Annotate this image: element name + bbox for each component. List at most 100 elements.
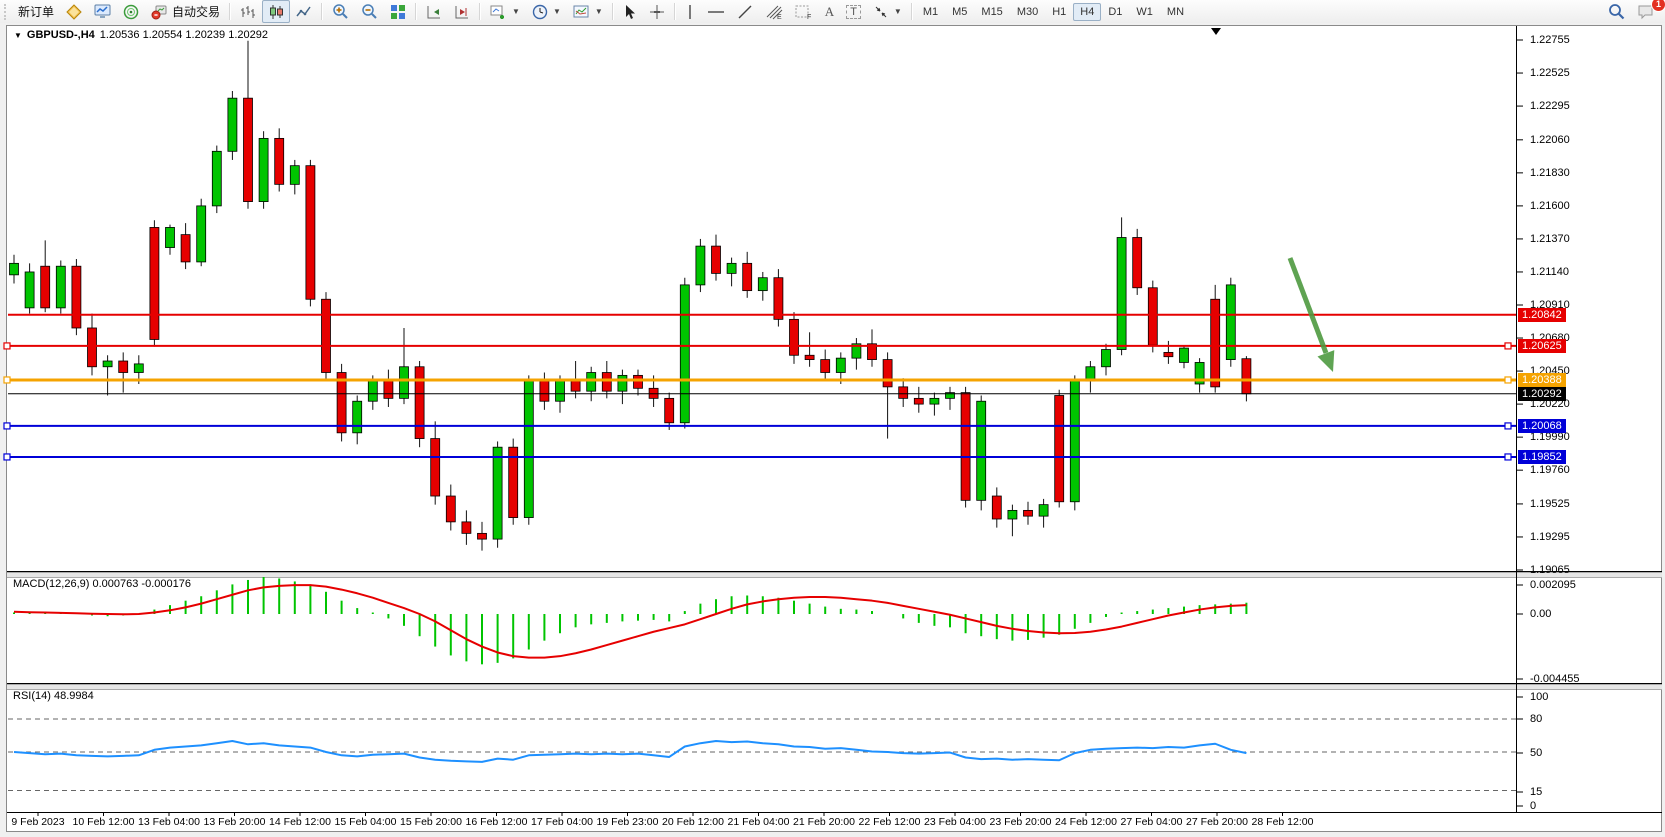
candle-bear [805, 355, 814, 359]
date-axis-label: 21 Feb 04:00 [728, 816, 790, 828]
macd-axis-label: 0.002095 [1530, 579, 1576, 591]
candle-bear [712, 246, 721, 273]
candle-bull [1180, 348, 1189, 362]
line-drag-handle[interactable] [4, 343, 10, 349]
price-axis-label: 1.19760 [1530, 464, 1570, 476]
candle-bear [275, 138, 284, 184]
date-axis-label: 24 Feb 12:00 [1055, 816, 1117, 828]
candle-bear [462, 522, 471, 533]
date-axis-label: 20 Feb 12:00 [662, 816, 724, 828]
line-drag-handle[interactable] [4, 454, 10, 460]
price-axis-label: 1.21600 [1530, 200, 1570, 212]
candle-bull [758, 278, 767, 291]
candle-bull [727, 263, 736, 273]
candle-bull [134, 364, 143, 373]
price-axis-label: 1.21370 [1530, 233, 1570, 245]
price-badge: 1.20068 [1518, 419, 1566, 433]
chart-canvas[interactable] [0, 0, 1665, 837]
rsi-axis-label: 15 [1530, 786, 1542, 798]
macd-axis-label: -0.004455 [1530, 673, 1580, 685]
candle-bear [961, 393, 970, 501]
rsi-axis-label: 100 [1530, 691, 1548, 703]
price-axis-label: 1.19295 [1530, 531, 1570, 543]
candle-bull [1008, 510, 1017, 519]
price-axis-label: 1.19525 [1530, 498, 1570, 510]
date-axis-label: 10 Feb 12:00 [73, 816, 135, 828]
candle-bear [41, 266, 50, 308]
candle-bear [571, 381, 580, 391]
candle-bear [119, 361, 128, 372]
line-drag-handle[interactable] [1505, 423, 1511, 429]
price-badge: 1.20388 [1518, 373, 1566, 387]
candle-bull [493, 447, 502, 539]
candle-bull [228, 98, 237, 151]
date-axis-label: 9 Feb 2023 [11, 816, 64, 828]
candle-bull [353, 401, 362, 433]
candle-bear [72, 266, 81, 328]
line-drag-handle[interactable] [4, 423, 10, 429]
candle-bear [634, 375, 643, 388]
candle-bull [977, 401, 986, 500]
candle-bear [540, 381, 549, 401]
trend-annotation-arrowhead [1318, 350, 1335, 372]
candle-bear [244, 98, 253, 201]
date-axis-label: 15 Feb 20:00 [400, 816, 462, 828]
trend-annotation-arrow [1290, 258, 1326, 353]
price-axis-label: 1.22525 [1530, 67, 1570, 79]
candle-bull [836, 358, 845, 372]
date-axis-label: 16 Feb 12:00 [466, 816, 528, 828]
candle-bull [166, 227, 175, 247]
candle-bear [883, 360, 892, 387]
price-axis-label: 1.21140 [1530, 266, 1569, 278]
candle-bear [790, 319, 799, 355]
price-badge: 1.19852 [1518, 450, 1566, 464]
candle-bear [181, 235, 190, 262]
candle-bear [1133, 237, 1142, 287]
candle-bear [478, 533, 487, 539]
candle-bull [103, 361, 112, 367]
candle-bull [10, 263, 19, 274]
candle-bear [384, 381, 393, 398]
last-bar-marker [1211, 28, 1221, 35]
date-axis-label: 23 Feb 04:00 [924, 816, 986, 828]
candle-bull [524, 381, 533, 517]
line-drag-handle[interactable] [4, 377, 10, 383]
candle-bear [1242, 359, 1251, 394]
date-axis-label: 17 Feb 04:00 [531, 816, 593, 828]
candle-bear [1148, 288, 1157, 345]
candle-bull [587, 373, 596, 392]
candle-bull [1117, 237, 1126, 349]
rsi-axis-label: 80 [1530, 713, 1542, 725]
candle-bear [431, 439, 440, 496]
line-drag-handle[interactable] [1505, 454, 1511, 460]
date-axis-label: 21 Feb 20:00 [793, 816, 855, 828]
candle-bull [930, 398, 939, 404]
candle-bull [696, 246, 705, 285]
line-drag-handle[interactable] [1505, 377, 1511, 383]
candle-bear [1211, 299, 1220, 387]
line-drag-handle[interactable] [1505, 343, 1511, 349]
candle-bear [992, 496, 1001, 519]
date-axis-label: 27 Feb 20:00 [1186, 816, 1248, 828]
date-axis-label: 13 Feb 20:00 [204, 816, 266, 828]
date-axis-label: 19 Feb 23:00 [597, 816, 659, 828]
date-axis-label: 15 Feb 04:00 [335, 816, 397, 828]
candle-bear [1055, 395, 1064, 501]
candle-bull [556, 381, 565, 401]
date-axis-label: 27 Feb 04:00 [1121, 816, 1183, 828]
candle-bull [1226, 285, 1235, 360]
date-axis-label: 14 Feb 12:00 [269, 816, 331, 828]
price-axis-label: 1.22060 [1530, 134, 1570, 146]
candle-bear [88, 328, 97, 367]
rsi-axis-label: 0 [1530, 800, 1536, 812]
candle-bear [914, 398, 923, 404]
candle-bear [415, 367, 424, 439]
macd-axis-label: 0.00 [1530, 608, 1551, 620]
date-axis-label: 22 Feb 12:00 [859, 816, 921, 828]
candle-bear [150, 227, 159, 339]
price-axis-label: 1.19065 [1530, 564, 1570, 576]
date-axis-label: 13 Feb 04:00 [138, 816, 200, 828]
candle-bear [1164, 352, 1173, 356]
candle-bear [774, 278, 783, 320]
rsi-line [14, 741, 1246, 762]
